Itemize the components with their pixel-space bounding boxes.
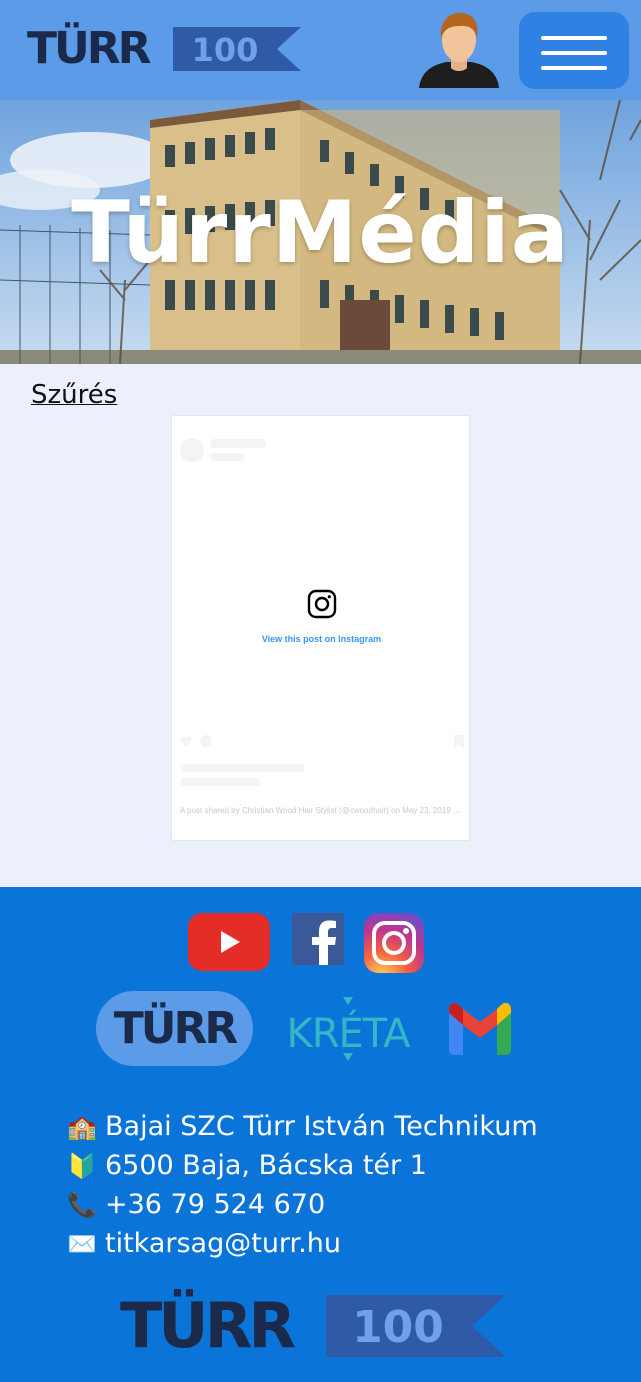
embed-date-placeholder bbox=[180, 778, 261, 786]
contact-school: 🏫 Bajai SZC Türr István Technikum bbox=[63, 1107, 538, 1146]
footer-logo-text: TÜRR bbox=[120, 1289, 296, 1362]
hamburger-menu-button[interactable] bbox=[519, 12, 629, 89]
instagram-embed[interactable]: View this post on Instagram A post share… bbox=[171, 415, 470, 841]
embed-avatar-placeholder bbox=[180, 438, 204, 462]
svg-text:100: 100 bbox=[192, 31, 259, 69]
instagram-icon[interactable] bbox=[364, 913, 424, 973]
embed-subtitle-placeholder bbox=[210, 453, 244, 461]
hero-title: TürrMédia bbox=[71, 183, 570, 283]
footer-logo-100-badge: 100 bbox=[326, 1295, 506, 1357]
site-header: TÜRR 100 bbox=[0, 0, 641, 100]
site-footer: TÜRR KRÉTA 🏫 Bajai SZC Türr István Techn… bbox=[0, 887, 641, 1382]
logo-100-badge: 100 bbox=[173, 27, 301, 71]
turr-logo-text: TÜRR bbox=[113, 1003, 239, 1054]
embed-action-icons bbox=[180, 734, 465, 753]
contact-phone: 📞 +36 79 524 670 bbox=[63, 1185, 538, 1224]
instagram-glyph-icon bbox=[307, 589, 337, 619]
facebook-icon[interactable] bbox=[292, 913, 344, 965]
contact-info: 🏫 Bajai SZC Türr István Technikum 🔰 6500… bbox=[63, 1107, 538, 1263]
kreta-logo-text: KRÉTA bbox=[286, 1011, 411, 1057]
filter-link[interactable]: Szűrés bbox=[31, 380, 117, 410]
address-text: 6500 Baja, Bácska tér 1 bbox=[105, 1150, 427, 1181]
contact-email: ✉️ titkarsag@turr.hu bbox=[63, 1224, 538, 1263]
gmail-icon[interactable] bbox=[449, 1003, 511, 1055]
footer-turr-100-logo: TÜRR 100 bbox=[120, 1291, 506, 1361]
beginner-badge-icon: 🔰 bbox=[67, 1151, 97, 1180]
turr-school-link[interactable]: TÜRR bbox=[96, 991, 253, 1066]
hero-banner: TürrMédia bbox=[0, 100, 641, 364]
embed-name-placeholder bbox=[210, 439, 266, 448]
main-content: Szűrés View this post on Instagram A pos… bbox=[0, 364, 641, 887]
email-envelope-icon: ✉️ bbox=[67, 1229, 97, 1258]
logo-text: TÜRR bbox=[27, 23, 152, 74]
school-building-icon: 🏫 bbox=[67, 1112, 97, 1141]
school-name: Bajai SZC Türr István Technikum bbox=[105, 1111, 538, 1142]
comment-icon bbox=[200, 735, 212, 747]
view-on-instagram-link[interactable]: View this post on Instagram bbox=[172, 634, 471, 644]
youtube-icon[interactable] bbox=[188, 913, 270, 971]
user-avatar-icon[interactable] bbox=[417, 10, 501, 90]
embed-likes-placeholder bbox=[180, 764, 305, 772]
bookmark-icon bbox=[454, 735, 464, 749]
embed-caption: A post shared by Christian Wood Hair Sty… bbox=[180, 806, 460, 815]
phone-text[interactable]: +36 79 524 670 bbox=[105, 1189, 325, 1220]
heart-icon bbox=[180, 736, 192, 747]
contact-address: 🔰 6500 Baja, Bácska tér 1 bbox=[63, 1146, 538, 1185]
turr-100-logo[interactable]: TÜRR 100 bbox=[27, 24, 302, 74]
phone-icon: 📞 bbox=[67, 1190, 97, 1219]
svg-text:100: 100 bbox=[352, 1302, 444, 1353]
kreta-link[interactable]: KRÉTA bbox=[280, 997, 416, 1061]
email-text[interactable]: titkarsag@turr.hu bbox=[105, 1228, 341, 1259]
